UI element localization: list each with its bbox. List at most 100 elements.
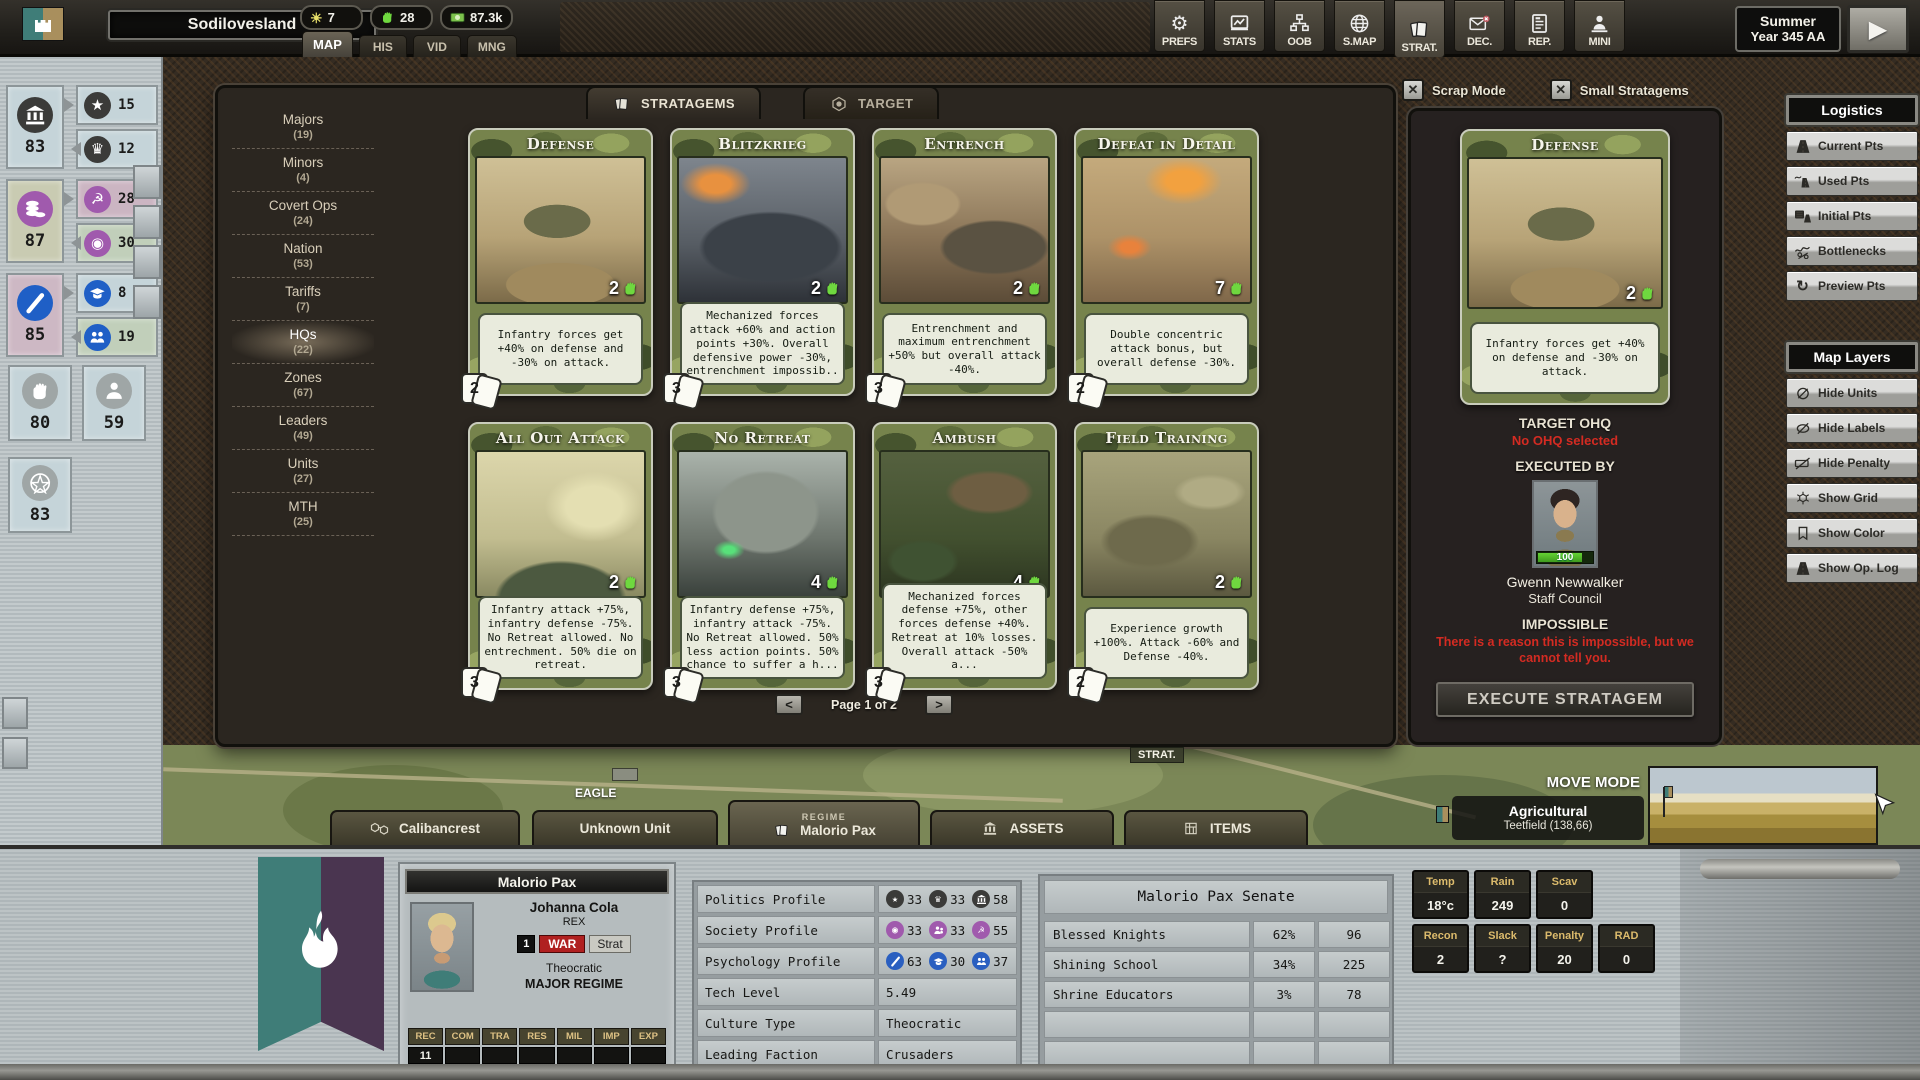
category-nation[interactable]: Nation(53) <box>232 235 374 278</box>
route-icon <box>1793 174 1812 189</box>
button-hide-labels[interactable]: Hide Labels <box>1786 413 1918 443</box>
stat-tile-single[interactable]: 83 <box>8 457 72 533</box>
resource-cash[interactable]: 87.3k <box>440 5 513 30</box>
button-initial-pts[interactable]: Initial Pts <box>1786 201 1918 231</box>
tab-target[interactable]: TARGET <box>803 86 939 119</box>
card-cost: 2 <box>609 572 639 593</box>
bottom-tab-calibancrest[interactable]: Calibancrest <box>330 810 520 845</box>
card-count-badge: 3 <box>865 667 892 698</box>
category-mth[interactable]: MTH(25) <box>232 493 374 536</box>
side-tab[interactable] <box>133 165 161 199</box>
profile-stats: 633037 <box>878 947 1017 975</box>
stat-value: 83 <box>25 137 45 157</box>
cards-icon <box>1409 18 1430 40</box>
checkbox-label: Small Stratagems <box>1580 83 1689 98</box>
menu-button-prefs[interactable]: ⚙PREFS <box>1154 0 1205 52</box>
tab-stratagems[interactable]: STRATAGEMS <box>586 86 761 119</box>
button-hide-penalty[interactable]: Hide Penalty <box>1786 448 1918 478</box>
stratagem-card-defeat-in-detail[interactable]: Defeat in Detail7Double concentric attac… <box>1074 128 1259 396</box>
stat-tile-sub[interactable]: 19 <box>76 317 158 357</box>
side-tab[interactable] <box>2 737 28 769</box>
unit-sprite[interactable] <box>612 768 638 781</box>
stat-tile-single[interactable]: 59 <box>82 365 146 441</box>
menu-button-label: OOB <box>1287 36 1311 48</box>
tab-his[interactable]: HIS <box>359 35 407 57</box>
stat-tile-main[interactable]: 83 <box>6 85 64 169</box>
menu-button-mini[interactable]: MINI <box>1574 0 1625 52</box>
location-preview[interactable] <box>1648 766 1878 845</box>
bottom-tab-assets[interactable]: ASSETS <box>930 810 1114 845</box>
posture-mode-button[interactable]: Strat <box>589 935 630 953</box>
menu-button-rep[interactable]: REP. <box>1514 0 1565 52</box>
menu-button-stats[interactable]: STATS <box>1214 0 1265 52</box>
crate-icon <box>1181 821 1201 836</box>
menu-button-strat[interactable]: STRAT. <box>1394 0 1445 58</box>
execute-stratagem-button[interactable]: EXECUTE STRATAGEM <box>1436 682 1694 717</box>
card-art: 2 <box>475 156 646 304</box>
side-tab[interactable] <box>133 205 161 239</box>
page-next-button[interactable]: > <box>925 694 953 715</box>
stratagem-card-blitzkrieg[interactable]: Blitzkrieg2Mechanized forces attack +60%… <box>670 128 855 396</box>
checkbox-scrap-mode[interactable]: ✕Scrap Mode <box>1402 79 1506 101</box>
bottom-tab-unknown-unit[interactable]: Unknown Unit <box>532 810 718 845</box>
fist-icon <box>622 574 639 591</box>
stat-tile-single[interactable]: 80 <box>8 365 72 441</box>
stat-tile-main[interactable]: 85 <box>6 273 64 357</box>
unit-map-label[interactable]: STRAT. <box>1130 747 1184 763</box>
globe-icon <box>1349 12 1370 34</box>
resource-fist[interactable]: 28 <box>370 5 433 30</box>
menu-button-smap[interactable]: S.MAP <box>1334 0 1385 52</box>
button-show-grid[interactable]: Show Grid <box>1786 483 1918 513</box>
crown-icon: ♛ <box>929 890 947 908</box>
resource-sun[interactable]: ☀7 <box>300 5 363 30</box>
button-current-pts[interactable]: Current Pts <box>1786 131 1918 161</box>
stat-value: 87 <box>25 231 45 251</box>
stratagem-card-ambush[interactable]: Ambush4Mechanized forces defense +75%, o… <box>872 422 1057 690</box>
button-used-pts[interactable]: Used Pts <box>1786 166 1918 196</box>
page-prev-button[interactable]: < <box>775 694 803 715</box>
stat-tile-sub[interactable]: ♛12 <box>76 129 158 169</box>
bottom-tab-items[interactable]: ITEMS <box>1124 810 1308 845</box>
stat-tile-main[interactable]: 87 <box>6 179 64 263</box>
bottom-tab-malorio-pax[interactable]: REGIMEMalorio Pax <box>728 800 920 845</box>
leader-portrait[interactable] <box>410 902 474 992</box>
end-turn-button[interactable]: ▶ <box>1847 5 1909 53</box>
button-show-op--log[interactable]: Show Op. Log <box>1786 553 1918 583</box>
button-hide-units[interactable]: Hide Units <box>1786 378 1918 408</box>
menu-button-label: REP. <box>1528 36 1551 48</box>
side-tab[interactable] <box>133 245 161 279</box>
stratagem-card-all-out-attack[interactable]: All Out Attack2Infantry attack +75%, inf… <box>468 422 653 690</box>
checkbox-small-stratagems[interactable]: ✕Small Stratagems <box>1550 79 1689 101</box>
senate-panel: Malorio Pax Senate Blessed Knights62%96S… <box>1038 874 1394 1077</box>
tab-vid[interactable]: VID <box>413 35 461 57</box>
card-count-badge: 3 <box>663 373 690 404</box>
stratagem-card-field-training[interactable]: Field Training2Experience growth +100%. … <box>1074 422 1259 690</box>
env-label: Recon <box>1414 926 1467 947</box>
button-preview-pts[interactable]: ↻Preview Pts <box>1786 271 1918 301</box>
menu-button-oob[interactable]: OOB <box>1274 0 1325 52</box>
category-leaders[interactable]: Leaders(49) <box>232 407 374 450</box>
category-hqs[interactable]: HQs(22) <box>232 321 374 364</box>
button-bottlenecks[interactable]: Bottlenecks <box>1786 236 1918 266</box>
stratagem-card-defense[interactable]: Defense2Infantry forces get +40% on defe… <box>468 128 653 396</box>
tab-map[interactable]: MAP <box>302 31 353 57</box>
side-tab[interactable] <box>133 285 161 319</box>
category-covert-ops[interactable]: Covert Ops(24) <box>232 192 374 235</box>
stat-tile-sub[interactable]: ★15 <box>76 85 158 125</box>
executor-portrait[interactable]: 100 <box>1532 480 1598 568</box>
menu-button-dec[interactable]: DEC. <box>1454 0 1505 52</box>
cost-value: 4 <box>811 572 821 593</box>
stratagem-card-no-retreat[interactable]: No Retreat4Infantry defense +75%, infant… <box>670 422 855 690</box>
tab-mng[interactable]: MNG <box>467 35 517 57</box>
button-show-color[interactable]: Show Color <box>1786 518 1918 548</box>
side-tab[interactable] <box>2 697 28 729</box>
category-majors[interactable]: Majors(19) <box>232 106 374 149</box>
button-label: Hide Labels <box>1818 421 1885 435</box>
category-tariffs[interactable]: Tariffs(7) <box>232 278 374 321</box>
stratagem-card-entrench[interactable]: Entrench2Entrenchment and maximum entren… <box>872 128 1057 396</box>
category-zones[interactable]: Zones(67) <box>232 364 374 407</box>
regime-flag-icon[interactable] <box>16 3 68 53</box>
posture-turn: 1 <box>517 935 535 953</box>
category-minors[interactable]: Minors(4) <box>232 149 374 192</box>
category-units[interactable]: Units(27) <box>232 450 374 493</box>
